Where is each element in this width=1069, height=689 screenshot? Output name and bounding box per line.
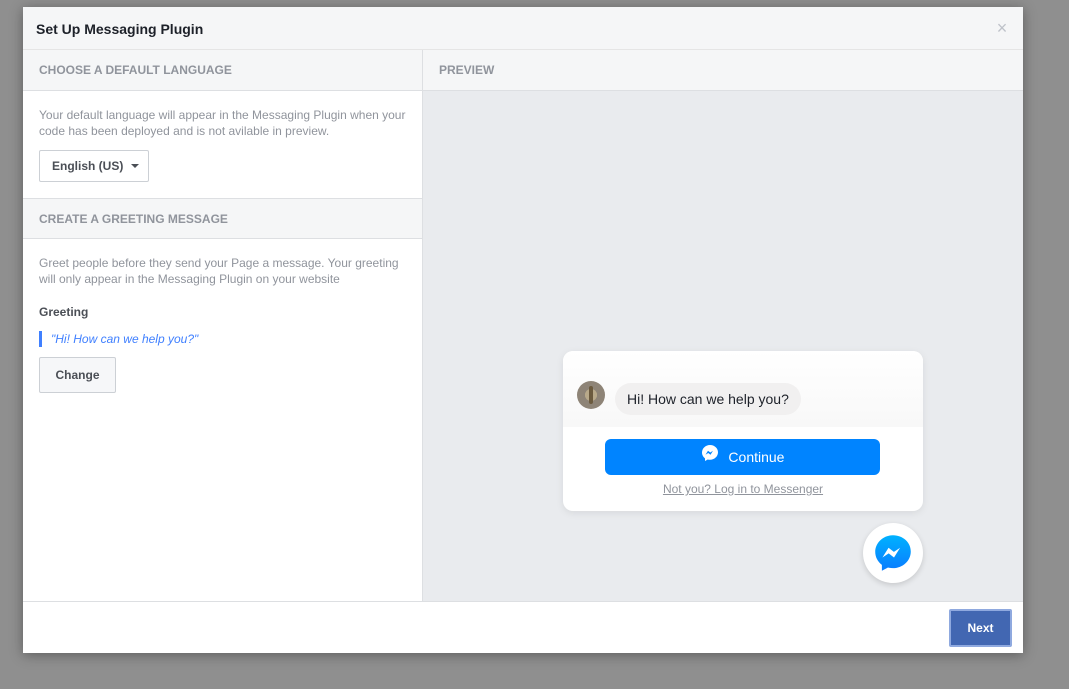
continue-label: Continue [728,449,785,465]
language-section: Your default language will appear in the… [23,91,422,198]
messenger-icon [875,535,911,571]
next-button[interactable]: Next [949,609,1012,647]
chat-greeting-area: Hi! How can we help you? [563,351,923,427]
messenger-icon [701,439,719,475]
dialog-footer: Next [23,601,1023,653]
greeting-bubble: Hi! How can we help you? [615,383,801,415]
greeting-section: Greet people before they send your Page … [23,239,422,409]
language-description: Your default language will appear in the… [39,108,406,138]
login-link[interactable]: Not you? Log in to Messenger [563,482,923,496]
greeting-description: Greet people before they send your Page … [39,256,399,286]
preview-panel: PREVIEW Hi! How can we help you? Continu… [423,50,1023,601]
language-dropdown[interactable]: English (US) [39,150,149,182]
greeting-label: Greeting [39,305,89,319]
language-dropdown-value: English (US) [52,159,124,173]
dialog-header: Set Up Messaging Plugin × [23,7,1023,50]
avatar [577,381,605,409]
caret-down-icon [130,163,139,168]
continue-button[interactable]: Continue [605,439,880,475]
setup-dialog: Set Up Messaging Plugin × CHOOSE A DEFAU… [23,7,1023,653]
greeting-quote: "Hi! How can we help you?" [39,331,406,347]
preview-heading: PREVIEW [423,50,1023,91]
close-button[interactable]: × [993,19,1011,37]
greeting-section-heading: CREATE A GREETING MESSAGE [23,198,422,239]
dialog-title: Set Up Messaging Plugin [36,21,204,37]
dialog-body: CHOOSE A DEFAULT LANGUAGE Your default l… [23,50,1023,601]
settings-panel: CHOOSE A DEFAULT LANGUAGE Your default l… [23,50,423,601]
preview-chat-card: Hi! How can we help you? Continue Not yo… [563,351,923,511]
language-section-heading: CHOOSE A DEFAULT LANGUAGE [23,50,422,91]
change-button[interactable]: Change [39,357,116,393]
messenger-launcher-button[interactable] [863,523,923,583]
